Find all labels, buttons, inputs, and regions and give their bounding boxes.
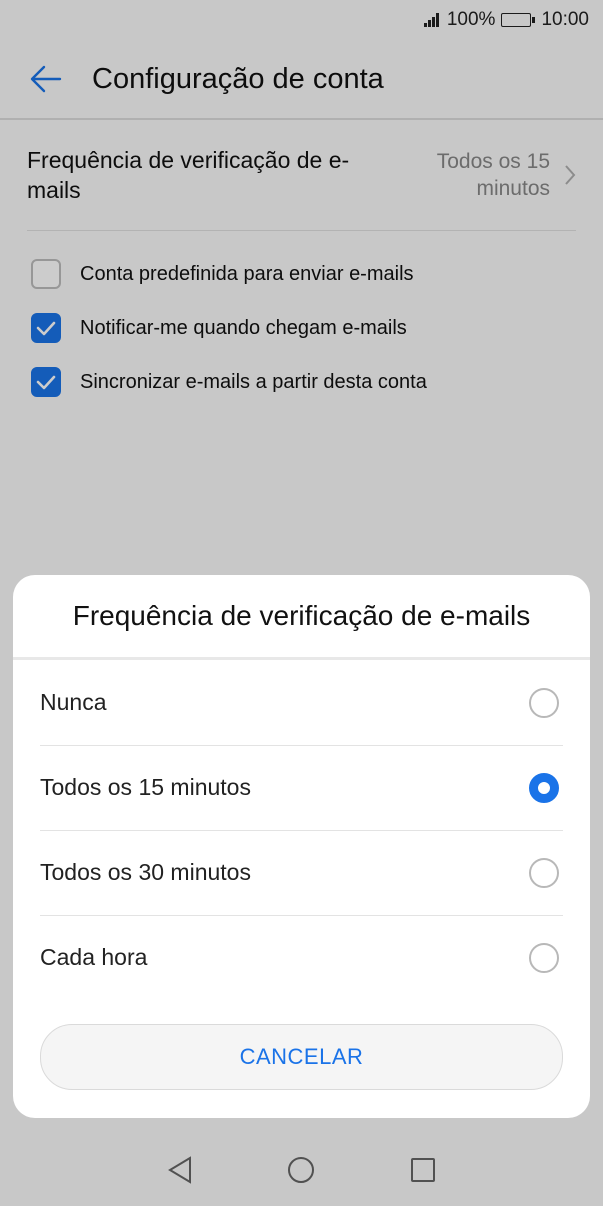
frequency-dialog: Frequência de verificação de e-mails Nun… <box>13 575 590 1118</box>
option-label: Todos os 15 minutos <box>40 774 251 800</box>
dialog-title: Frequência de verificação de e-mails <box>13 575 590 660</box>
option-label: Cada hora <box>40 944 148 970</box>
option-never[interactable]: Nunca <box>40 660 563 746</box>
cancel-button[interactable]: CANCELAR <box>40 1024 563 1090</box>
radio-button[interactable] <box>529 857 559 888</box>
radio-button[interactable] <box>529 687 559 718</box>
option-15-minutes[interactable]: Todos os 15 minutos <box>40 745 563 831</box>
option-label: Nunca <box>40 689 107 715</box>
option-label: Todos os 30 minutos <box>40 859 251 885</box>
radio-button-selected[interactable] <box>529 772 559 803</box>
option-every-hour[interactable]: Cada hora <box>40 915 563 1000</box>
option-30-minutes[interactable]: Todos os 30 minutos <box>40 830 563 916</box>
radio-button[interactable] <box>529 942 559 973</box>
